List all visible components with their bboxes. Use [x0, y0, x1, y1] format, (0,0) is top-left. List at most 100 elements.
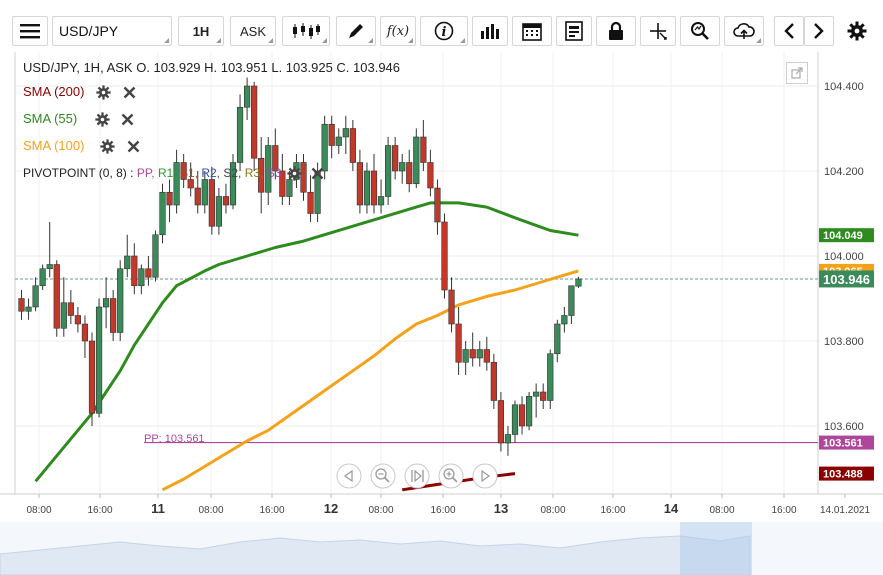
- candle-72: [525, 392, 533, 431]
- timeframe-select[interactable]: 1H: [178, 16, 224, 46]
- price-type-select[interactable]: ASK: [230, 16, 276, 46]
- price-tag-4: 103.488: [819, 466, 874, 481]
- x-tick-label-0: 08:00: [26, 505, 51, 516]
- menu-button[interactable]: [12, 16, 48, 46]
- symbol-select[interactable]: USD/JPY: [52, 16, 172, 46]
- info-icon: i: [434, 21, 454, 41]
- lock-button[interactable]: [596, 16, 636, 46]
- navigator-window[interactable]: [680, 522, 752, 575]
- svg-text:i: i: [442, 25, 447, 40]
- chart-area[interactable]: 103.600 103.800 104.000 104.200 104.400 08:0…: [0, 52, 883, 575]
- timeframe-label: 1H: [192, 23, 210, 39]
- info-button[interactable]: i: [420, 16, 468, 46]
- x-tick-label-10: 16:00: [600, 505, 625, 516]
- pivot-item-4: S2,: [223, 166, 245, 180]
- candle-14: [117, 260, 124, 341]
- pivot-label: PIVOTPOINT (0, 8) :: [23, 166, 134, 180]
- scroll-right-button[interactable]: [804, 16, 834, 46]
- candle-10: [88, 332, 96, 426]
- y-tick-label-2: 104.000: [824, 251, 864, 263]
- zoom-icon: [691, 22, 709, 40]
- gear-icon[interactable]: [100, 139, 115, 154]
- candle-33: [251, 81, 258, 171]
- toolbar: USD/JPY 1H ASK f(x) i: [0, 0, 883, 52]
- scroll-left-button[interactable]: [774, 16, 804, 46]
- pivot-item-6: S3: [266, 166, 285, 180]
- close-icon[interactable]: [127, 140, 140, 153]
- sma100-legend: SMA (100): [23, 138, 140, 154]
- zoom-out-nav-button[interactable]: [370, 463, 396, 489]
- gear-icon: [847, 21, 867, 41]
- expand-icon: [791, 67, 803, 79]
- crosshair-button[interactable]: [640, 16, 676, 46]
- calendar-button[interactable]: [512, 16, 552, 46]
- candle-20: [159, 183, 166, 244]
- function-icon: f(x): [386, 23, 410, 39]
- cloud-button[interactable]: [724, 16, 764, 46]
- chevron-right-icon: [814, 23, 824, 39]
- sma200-label: SMA (200): [23, 84, 85, 99]
- close-icon[interactable]: [123, 86, 136, 99]
- candle-11: [95, 298, 103, 418]
- sma100-label: SMA (100): [23, 138, 85, 153]
- zoom-in-nav-button[interactable]: [438, 463, 464, 489]
- fullscreen-button[interactable]: [786, 62, 808, 84]
- sma200-legend: SMA (200): [23, 84, 136, 100]
- chart-type-button[interactable]: [282, 16, 330, 46]
- candle-60: [441, 213, 448, 299]
- nav-controls: [336, 463, 506, 496]
- x-tick-label-12: 08:00: [709, 505, 734, 516]
- price-type-label: ASK: [239, 23, 266, 39]
- gear-icon[interactable]: [96, 85, 111, 100]
- x-tick-label-8: 13: [494, 501, 508, 516]
- candle-68: [497, 392, 505, 452]
- x-tick-label-2: 11: [151, 501, 165, 516]
- x-tick-label-4: 16:00: [259, 505, 284, 516]
- scroll-left-nav-button[interactable]: [336, 463, 362, 489]
- template-button[interactable]: [556, 16, 592, 46]
- svg-text:103.561: 103.561: [823, 438, 863, 450]
- bar-chart-icon: [481, 24, 499, 39]
- pencil-icon: [349, 24, 363, 38]
- svg-text:103.488: 103.488: [823, 469, 863, 481]
- x-tick-label-7: 16:00: [430, 505, 455, 516]
- candle-52: [384, 137, 392, 205]
- crosshair-icon: [650, 23, 667, 40]
- settings-button[interactable]: [842, 16, 872, 46]
- x-tick-label-9: 08:00: [540, 505, 565, 516]
- x-tick-label-1: 16:00: [87, 505, 112, 516]
- close-icon[interactable]: [121, 113, 134, 126]
- gear-icon[interactable]: [95, 112, 110, 127]
- candle-67: [490, 353, 497, 409]
- sma55-label: SMA (55): [23, 111, 78, 126]
- pivot-item-2: S1,: [179, 166, 202, 180]
- volume-button[interactable]: [472, 16, 508, 46]
- document-icon: [565, 21, 583, 41]
- price-tag-0: 104.049: [819, 228, 874, 243]
- cloud-upload-icon: [733, 23, 755, 39]
- candle-30: [229, 154, 237, 210]
- pivot-item-0: PP,: [136, 166, 158, 180]
- gear-icon[interactable]: [287, 166, 302, 181]
- close-icon[interactable]: [311, 167, 324, 180]
- pivot-items: PP, R1, S1, R2, S2, R3, S3: [137, 166, 285, 180]
- x-tick-label-3: 08:00: [198, 505, 223, 516]
- draw-tools-button[interactable]: [336, 16, 376, 46]
- pivot-item-3: R2,: [201, 166, 224, 180]
- pivot-legend: PIVOTPOINT (0, 8) : PP, R1, S1, R2, S2, …: [23, 166, 324, 181]
- zoom-button[interactable]: [680, 16, 720, 46]
- x-tick-label-11: 14: [664, 501, 679, 516]
- x-tick-label-13: 16:00: [771, 505, 796, 516]
- y-tick-label-0: 103.600: [824, 421, 864, 433]
- pivot-item-1: R1,: [157, 166, 180, 180]
- price-chart[interactable]: 103.600 103.800 104.000 104.200 104.400 08:0…: [0, 52, 883, 575]
- indicators-button[interactable]: f(x): [380, 16, 416, 46]
- candles-icon: [293, 23, 320, 39]
- calendar-icon: [522, 23, 542, 41]
- scroll-right-nav-button[interactable]: [472, 463, 498, 489]
- x-tick-label-6: 08:00: [368, 505, 393, 516]
- reset-nav-button[interactable]: [404, 463, 430, 489]
- pp-line-label: PP: 103.561: [144, 433, 205, 445]
- hamburger-icon: [20, 24, 40, 39]
- y-axis: 103.600 103.800 104.000 104.200 104.400: [824, 81, 864, 433]
